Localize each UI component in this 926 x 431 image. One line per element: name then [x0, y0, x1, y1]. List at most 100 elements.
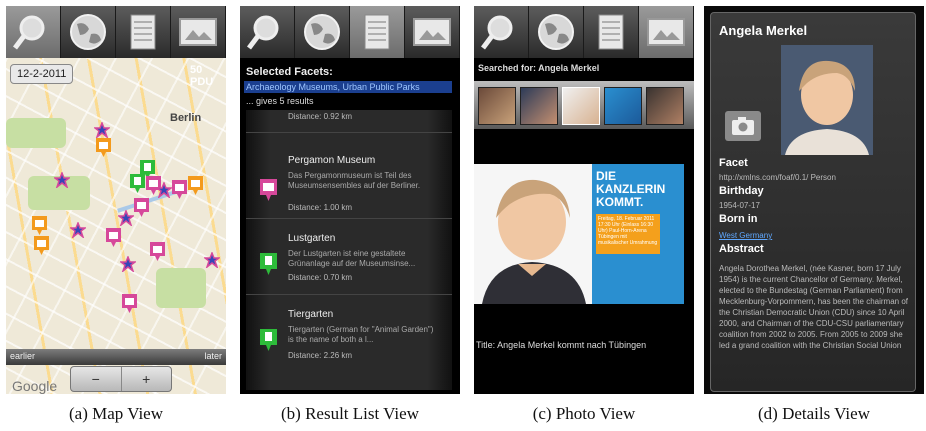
list-item[interactable]: Tiergarten Tiergarten (German for "Anima… — [246, 294, 452, 373]
list-item[interactable]: Lustgarten Der Lustgarten ist eine gesta… — [246, 218, 452, 295]
selected-facets-value[interactable]: Archaeology Museums, Urban Public Parks — [244, 81, 452, 93]
toolbar — [240, 6, 460, 58]
born-in-link[interactable]: West Germany — [719, 231, 772, 240]
item-description: Der Lustgarten ist eine gestaltete Grüna… — [288, 249, 416, 268]
zoom-control[interactable]: − + — [70, 366, 172, 392]
timeline-earlier-label[interactable]: earlier — [10, 351, 35, 361]
facet-value: http://xmlns.com/foaf/0.1/ Person — [719, 173, 836, 182]
zoom-out-button[interactable]: − — [71, 367, 122, 391]
item-distance: Distance: 2.26 km — [288, 351, 353, 360]
list-tab[interactable] — [584, 6, 639, 58]
item-distance: Distance: 1.00 km — [288, 203, 353, 212]
thumbnail[interactable] — [646, 87, 684, 125]
caption-c: (c) Photo View — [532, 404, 636, 423]
date-badge[interactable]: 12-2-2011 — [10, 64, 74, 84]
poster-date-box: Freitag, 18. Februar 2011 17:30 Uhr (Ein… — [596, 214, 660, 254]
search-tab[interactable] — [6, 6, 61, 58]
person-portrait — [781, 45, 873, 155]
item-description: Das Pergamonmuseum ist Teil des Museumse… — [288, 171, 421, 190]
list-tab[interactable] — [116, 6, 171, 58]
abstract-text: Angela Dorothea Merkel, (née Kasner, bor… — [719, 264, 908, 350]
park-icon — [260, 253, 277, 275]
details-backdrop: Angela Merkel Facet http://xmlns.com/foa… — [704, 6, 924, 394]
abstract-heading: Abstract — [719, 243, 764, 255]
portrait-image — [781, 45, 873, 155]
main-photo[interactable]: DIE KANZLERIN KOMMT. Freitag, 18. Februa… — [474, 164, 684, 304]
searched-for-label: Searched for: Angela Merkel — [478, 63, 600, 73]
picture-frame-icon — [413, 18, 451, 46]
museum-marker[interactable] — [122, 294, 137, 313]
city-label: Berlin — [170, 112, 202, 124]
timeline-bar[interactable]: earlier later — [6, 349, 226, 365]
museum-marker-orange[interactable] — [32, 216, 47, 235]
thumbnail-strip[interactable] — [474, 81, 694, 129]
museum-icon — [260, 179, 277, 201]
zoom-in-button[interactable]: + — [122, 367, 172, 391]
photo-tab[interactable] — [405, 6, 460, 58]
thumbnail[interactable] — [478, 87, 516, 125]
park-icon — [260, 329, 277, 351]
photo-tab[interactable] — [171, 6, 226, 58]
map-globe-icon — [304, 14, 340, 50]
search-icon — [247, 15, 279, 50]
star-marker[interactable] — [204, 252, 220, 268]
camera-button[interactable] — [725, 111, 761, 141]
search-icon — [481, 15, 513, 50]
park-area — [156, 268, 206, 308]
list-item[interactable]: Pergamon Museum Das Pergamonmuseum ist T… — [246, 132, 452, 219]
museum-marker-orange[interactable] — [34, 236, 49, 255]
person-name: Angela Merkel — [719, 23, 808, 38]
details-dialog[interactable]: Angela Merkel Facet http://xmlns.com/foa… — [710, 12, 916, 392]
star-marker[interactable] — [156, 182, 172, 198]
photo-view-screen: Searched for: Angela Merkel DIE KANZLERI… — [474, 6, 694, 394]
picture-frame-icon — [179, 18, 217, 46]
thumbnail[interactable] — [604, 87, 642, 125]
list-notepad-icon — [598, 14, 624, 50]
item-distance: Distance: 0.70 km — [288, 273, 353, 282]
map-globe-icon — [70, 14, 106, 50]
caption-b: (b) Result List View — [281, 404, 419, 423]
search-tab[interactable] — [240, 6, 295, 58]
star-marker[interactable] — [118, 210, 134, 226]
museum-marker[interactable] — [172, 180, 187, 199]
zoom-out-icon: − — [91, 371, 100, 387]
search-icon — [13, 15, 45, 50]
list-tab[interactable] — [350, 6, 405, 58]
caption-a: (a) Map View — [68, 404, 164, 423]
list-notepad-icon — [364, 14, 390, 50]
museum-marker[interactable] — [134, 198, 149, 217]
search-tab[interactable] — [474, 6, 529, 58]
map-globe-icon — [538, 14, 574, 50]
star-marker[interactable] — [120, 256, 136, 272]
thumbnail-selected[interactable] — [562, 87, 600, 125]
park-area — [6, 118, 66, 148]
map-view-screen: 12-2-2011 50 PDU Berlin earlier later Go… — [6, 6, 226, 394]
map-tab[interactable] — [295, 6, 350, 58]
zoom-in-icon: + — [142, 371, 151, 387]
item-title: Lustgarten — [288, 233, 336, 244]
star-marker[interactable] — [54, 172, 70, 188]
museum-marker-orange[interactable] — [188, 176, 203, 195]
star-marker[interactable] — [94, 122, 110, 138]
park-marker[interactable] — [130, 174, 145, 193]
map-tab[interactable] — [529, 6, 584, 58]
previous-item-distance: Distance: 0.92 km — [288, 112, 353, 121]
photo-tab[interactable] — [639, 6, 694, 58]
birthday-value: 1954-07-17 — [719, 201, 760, 210]
list-notepad-icon — [130, 14, 156, 50]
result-list-screen: Selected Facets: Archaeology Museums, Ur… — [240, 6, 460, 394]
born-in-heading: Born in — [719, 213, 758, 225]
result-list[interactable]: Distance: 0.92 km Pergamon Museum Das Pe… — [246, 110, 452, 390]
museum-marker[interactable] — [106, 228, 121, 247]
thumbnail[interactable] — [520, 87, 558, 125]
star-marker[interactable] — [70, 222, 86, 238]
item-title: Tiergarten — [288, 309, 334, 320]
map-canvas[interactable]: 12-2-2011 50 PDU Berlin earlier later Go… — [6, 58, 226, 394]
google-logo: Google — [12, 378, 58, 394]
map-corner-label: 50 PDU — [190, 64, 214, 88]
selected-facets-label: Selected Facets: — [246, 66, 333, 78]
museum-marker[interactable] — [150, 242, 165, 261]
timeline-later-label[interactable]: later — [204, 351, 222, 361]
map-tab[interactable] — [61, 6, 116, 58]
museum-marker-orange[interactable] — [96, 138, 111, 157]
